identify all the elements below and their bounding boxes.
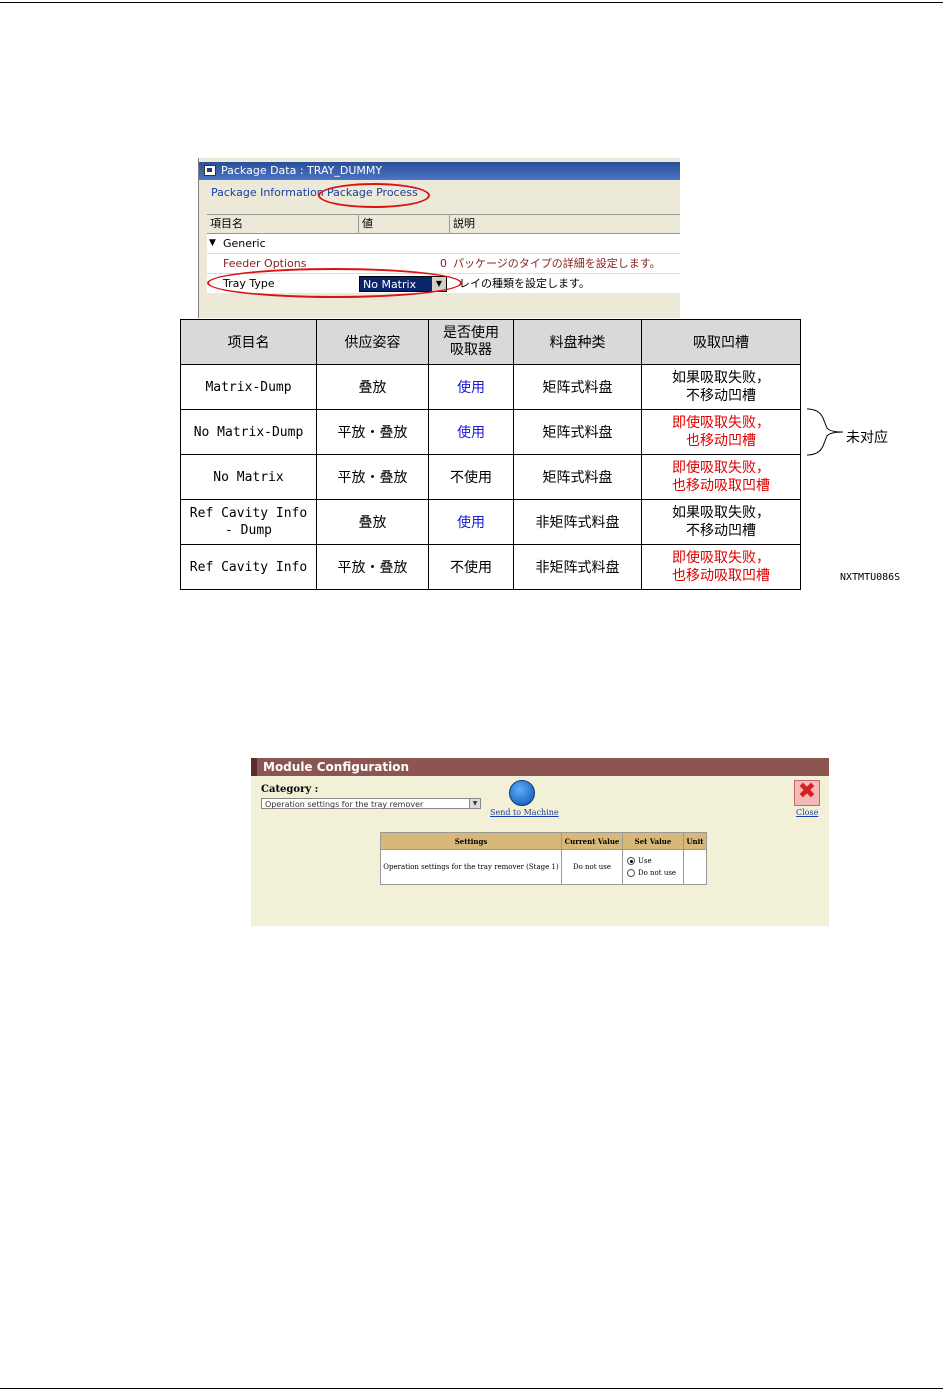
tab-package-information[interactable]: Package Information (211, 184, 324, 202)
cell-name: No Matrix-Dump (180, 409, 317, 455)
window-titlebar: Package Data : TRAY_DUMMY (199, 162, 680, 180)
radio-label: Use (638, 857, 652, 865)
cell-use: 使用 (428, 499, 514, 545)
tray-type-table: 项目名 供应姿容 是否使用 吸取器 料盘种类 吸取凹槽 Matrix-Dump … (180, 319, 801, 590)
header-unit: Unit (683, 832, 707, 850)
cell-supply: 平放・叠放 (316, 454, 429, 500)
category-label: Category : (261, 784, 319, 795)
column-header-name: 項目名 (207, 215, 359, 233)
radio-do-not-use[interactable]: Do not use (627, 867, 682, 879)
close-icon[interactable]: ✖ (794, 780, 820, 806)
row-description: パッケージのタイプの詳細を設定します。 (453, 257, 661, 270)
cell-supply: 平放・叠放 (316, 409, 429, 455)
module-configuration-panel: Module Configuration Category : Operatio… (251, 758, 829, 926)
header-item-name: 项目名 (180, 319, 317, 365)
cell-name: No Matrix (180, 454, 317, 500)
header-tray-kind: 料盘种类 (513, 319, 642, 365)
header-current-value: Current Value (561, 832, 623, 850)
current-value: Do not use (561, 849, 623, 885)
cell-use: 使用 (428, 409, 514, 455)
radio-unselected-icon[interactable] (627, 869, 635, 877)
highlight-ellipse-tab (318, 183, 430, 208)
column-header-value: 値 (359, 215, 450, 233)
table-row: Ref Cavity Info - Dump 叠放 使用 非矩阵式料盘 如果吸取… (180, 499, 801, 545)
expand-triangle-icon[interactable]: ▼ (209, 234, 216, 253)
setting-name: Operation settings for the tray remover … (380, 849, 562, 885)
cell-tray: 非矩阵式料盘 (513, 499, 642, 545)
cell-tray: 矩阵式料盘 (513, 364, 642, 410)
cell-groove: 即使吸取失败， 也移动吸取凹槽 (641, 544, 801, 590)
column-header-description: 説明 (453, 217, 475, 230)
cell-tray: 矩阵式料盘 (513, 409, 642, 455)
header-settings: Settings (380, 832, 562, 850)
cell-supply: 平放・叠放 (316, 544, 429, 590)
group-row[interactable]: ▼ Generic (207, 234, 680, 254)
table-row: Matrix-Dump 叠放 使用 矩阵式料盘 如果吸取失败， 不移动凹槽 (180, 364, 801, 410)
radio-label: Do not use (638, 869, 677, 877)
set-value-radios: Use Do not use (622, 849, 684, 885)
grid-header: 項目名 値 説明 (207, 215, 680, 234)
bottom-rule (0, 1388, 943, 1389)
category-select[interactable]: Operation settings for the tray remover … (261, 798, 481, 809)
header-use-remover: 是否使用 吸取器 (428, 319, 514, 365)
cell-supply: 叠放 (316, 499, 429, 545)
table-row: Ref Cavity Info 平放・叠放 不使用 非矩阵式料盘 即使吸取失败，… (180, 544, 801, 590)
brace-icon (806, 408, 844, 456)
cell-tray: 非矩阵式料盘 (513, 544, 642, 590)
radio-use[interactable]: Use (627, 855, 682, 867)
cell-name: Ref Cavity Info - Dump (180, 499, 317, 545)
brace-label: 未对应 (846, 430, 888, 446)
table-row: No Matrix 平放・叠放 不使用 矩阵式料盘 即使吸取失败， 也移动吸取凹… (180, 454, 801, 500)
table-header-row: 项目名 供应姿容 是否使用 吸取器 料盘种类 吸取凹槽 (180, 319, 801, 365)
cell-groove: 如果吸取失败， 不移动凹槽 (641, 499, 801, 545)
cell-groove: 即使吸取失败， 也移动凹槽 (641, 409, 801, 455)
chevron-down-icon[interactable]: ▼ (469, 799, 480, 808)
table-row: No Matrix-Dump 平放・叠放 使用 矩阵式料盘 即使吸取失败， 也移… (180, 409, 801, 455)
cell-use: 不使用 (428, 454, 514, 500)
settings-header-row: Settings Current Value Set Value Unit (380, 832, 707, 850)
figure-code: NXTMTU086S (840, 572, 901, 583)
cell-tray: 矩阵式料盘 (513, 454, 642, 500)
header-supply: 供应姿容 (316, 319, 429, 365)
cell-use: 不使用 (428, 544, 514, 590)
send-to-machine-link[interactable]: Send to Machine (490, 808, 559, 817)
radio-selected-icon[interactable] (627, 857, 635, 865)
header-set-value: Set Value (622, 832, 684, 850)
group-label: Generic (223, 237, 266, 250)
close-link[interactable]: Close (796, 808, 818, 817)
top-rule (0, 2, 943, 3)
category-value: Operation settings for the tray remover (265, 800, 424, 809)
row-description: レイの種類を設定します。 (459, 277, 590, 290)
cell-name: Matrix-Dump (180, 364, 317, 410)
cell-groove: 如果吸取失败， 不移动凹槽 (641, 364, 801, 410)
window-title: Package Data : TRAY_DUMMY (221, 164, 383, 177)
highlight-ellipse-tray-type (207, 268, 462, 298)
cell-groove: 即使吸取失败， 也移动吸取凹槽 (641, 454, 801, 500)
cell-supply: 叠放 (316, 364, 429, 410)
app-icon (204, 165, 216, 176)
cell-name: Ref Cavity Info (180, 544, 317, 590)
panel-title: Module Configuration (251, 758, 829, 776)
header-groove: 吸取凹槽 (641, 319, 801, 365)
unit-cell (683, 849, 707, 885)
cell-use: 使用 (428, 364, 514, 410)
settings-row: Operation settings for the tray remover … (380, 849, 707, 885)
settings-table: Settings Current Value Set Value Unit Op… (380, 832, 707, 885)
send-to-machine-icon[interactable] (509, 780, 535, 806)
